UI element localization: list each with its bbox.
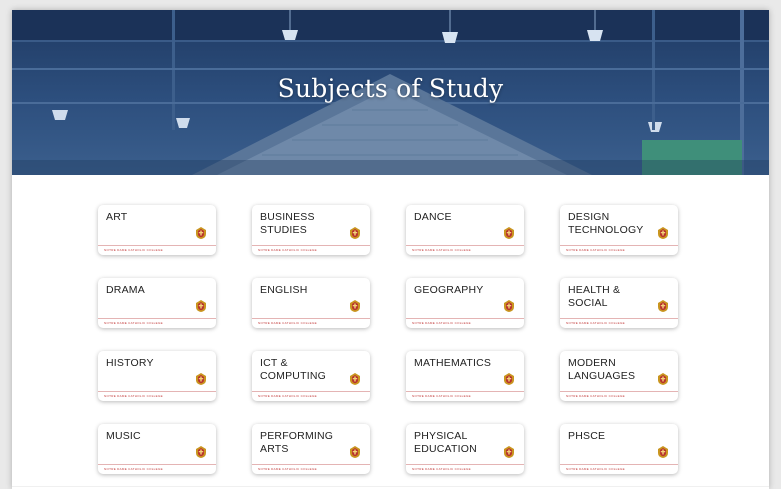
- subject-card-geography[interactable]: GEOGRAPHY NOTRE DAME CATHOLIC COLLEGE: [406, 278, 524, 328]
- subject-card-dance[interactable]: DANCE NOTRE DAME CATHOLIC COLLEGE: [406, 205, 524, 255]
- school-crest-icon: [196, 227, 206, 239]
- school-crest-icon: [658, 373, 668, 385]
- subject-card-design-technology[interactable]: DESIGN TECHNOLOGY NOTRE DAME CATHOLIC CO…: [560, 205, 678, 255]
- subject-card-physical-education[interactable]: PHYSICAL EDUCATION NOTRE DAME CATHOLIC C…: [406, 424, 524, 474]
- subject-card-label: PHSCE: [568, 430, 606, 442]
- subject-card-label: MATHEMATICS: [414, 357, 492, 369]
- subject-card-label: GEOGRAPHY: [414, 284, 484, 296]
- college-name: NOTRE DAME CATHOLIC COLLEGE: [104, 394, 163, 398]
- subject-card-footer: NOTRE DAME CATHOLIC COLLEGE: [406, 245, 524, 255]
- school-crest-icon: [504, 446, 514, 458]
- subject-card-label: ART: [106, 211, 128, 223]
- subject-card-label: DANCE: [414, 211, 452, 223]
- school-crest-icon: [350, 446, 360, 458]
- school-crest-icon: [504, 373, 514, 385]
- school-crest-icon: [658, 446, 668, 458]
- subject-card-label: MUSIC: [106, 430, 141, 442]
- subject-card-phsce[interactable]: PHSCE NOTRE DAME CATHOLIC COLLEGE: [560, 424, 678, 474]
- subject-grid: ART NOTRE DAME CATHOLIC COLLEGE BUSINESS…: [98, 205, 678, 474]
- subject-card-label: MODERN LANGUAGES: [568, 357, 636, 382]
- college-name: NOTRE DAME CATHOLIC COLLEGE: [566, 467, 625, 471]
- subject-card-mathematics[interactable]: MATHEMATICS NOTRE DAME CATHOLIC COLLEGE: [406, 351, 524, 401]
- college-name: NOTRE DAME CATHOLIC COLLEGE: [258, 321, 317, 325]
- bottom-divider: [12, 486, 769, 487]
- subject-card-english[interactable]: ENGLISH NOTRE DAME CATHOLIC COLLEGE: [252, 278, 370, 328]
- subject-card-drama[interactable]: DRAMA NOTRE DAME CATHOLIC COLLEGE: [98, 278, 216, 328]
- subject-card-footer: NOTRE DAME CATHOLIC COLLEGE: [560, 464, 678, 474]
- school-crest-icon: [504, 300, 514, 312]
- subject-card-label: ENGLISH: [260, 284, 308, 296]
- school-crest-icon: [196, 446, 206, 458]
- school-crest-icon: [350, 300, 360, 312]
- college-name: NOTRE DAME CATHOLIC COLLEGE: [258, 394, 317, 398]
- subject-card-footer: NOTRE DAME CATHOLIC COLLEGE: [252, 391, 370, 401]
- subject-card-ict-and-computing[interactable]: ICT & COMPUTING NOTRE DAME CATHOLIC COLL…: [252, 351, 370, 401]
- hero-banner: Subjects of Study: [12, 10, 769, 175]
- subject-card-footer: NOTRE DAME CATHOLIC COLLEGE: [560, 245, 678, 255]
- page-frame: Subjects of Study ART NOTRE DAME CATHOLI…: [12, 10, 769, 489]
- college-name: NOTRE DAME CATHOLIC COLLEGE: [104, 248, 163, 252]
- subject-card-label: DESIGN TECHNOLOGY: [568, 211, 644, 236]
- subject-card-art[interactable]: ART NOTRE DAME CATHOLIC COLLEGE: [98, 205, 216, 255]
- subject-card-business-studies[interactable]: BUSINESS STUDIES NOTRE DAME CATHOLIC COL…: [252, 205, 370, 255]
- school-crest-icon: [350, 227, 360, 239]
- subject-card-footer: NOTRE DAME CATHOLIC COLLEGE: [252, 245, 370, 255]
- subject-card-label: DRAMA: [106, 284, 145, 296]
- subject-card-footer: NOTRE DAME CATHOLIC COLLEGE: [98, 318, 216, 328]
- subject-card-footer: NOTRE DAME CATHOLIC COLLEGE: [252, 464, 370, 474]
- college-name: NOTRE DAME CATHOLIC COLLEGE: [566, 394, 625, 398]
- college-name: NOTRE DAME CATHOLIC COLLEGE: [104, 321, 163, 325]
- school-crest-icon: [350, 373, 360, 385]
- page-title: Subjects of Study: [277, 74, 504, 103]
- subject-card-label: HEALTH & SOCIAL: [568, 284, 621, 309]
- subject-card-performing-arts[interactable]: PERFORMING ARTS NOTRE DAME CATHOLIC COLL…: [252, 424, 370, 474]
- subject-card-footer: NOTRE DAME CATHOLIC COLLEGE: [98, 391, 216, 401]
- subject-card-health-and-social[interactable]: HEALTH & SOCIAL NOTRE DAME CATHOLIC COLL…: [560, 278, 678, 328]
- college-name: NOTRE DAME CATHOLIC COLLEGE: [258, 467, 317, 471]
- subject-card-footer: NOTRE DAME CATHOLIC COLLEGE: [560, 318, 678, 328]
- school-crest-icon: [196, 373, 206, 385]
- school-crest-icon: [196, 300, 206, 312]
- college-name: NOTRE DAME CATHOLIC COLLEGE: [412, 248, 471, 252]
- subject-card-footer: NOTRE DAME CATHOLIC COLLEGE: [98, 464, 216, 474]
- subject-card-label: PERFORMING ARTS: [260, 430, 334, 455]
- college-name: NOTRE DAME CATHOLIC COLLEGE: [412, 467, 471, 471]
- school-crest-icon: [658, 300, 668, 312]
- school-crest-icon: [658, 227, 668, 239]
- subject-card-history[interactable]: HISTORY NOTRE DAME CATHOLIC COLLEGE: [98, 351, 216, 401]
- subject-card-label: ICT & COMPUTING: [260, 357, 326, 382]
- college-name: NOTRE DAME CATHOLIC COLLEGE: [566, 248, 625, 252]
- college-name: NOTRE DAME CATHOLIC COLLEGE: [412, 394, 471, 398]
- subject-card-footer: NOTRE DAME CATHOLIC COLLEGE: [406, 464, 524, 474]
- college-name: NOTRE DAME CATHOLIC COLLEGE: [412, 321, 471, 325]
- school-crest-icon: [504, 227, 514, 239]
- subject-card-modern-languages[interactable]: MODERN LANGUAGES NOTRE DAME CATHOLIC COL…: [560, 351, 678, 401]
- subject-card-label: HISTORY: [106, 357, 154, 369]
- college-name: NOTRE DAME CATHOLIC COLLEGE: [566, 321, 625, 325]
- subject-card-label: BUSINESS STUDIES: [260, 211, 315, 236]
- subject-card-footer: NOTRE DAME CATHOLIC COLLEGE: [406, 391, 524, 401]
- subject-card-footer: NOTRE DAME CATHOLIC COLLEGE: [98, 245, 216, 255]
- college-name: NOTRE DAME CATHOLIC COLLEGE: [104, 467, 163, 471]
- college-name: NOTRE DAME CATHOLIC COLLEGE: [258, 248, 317, 252]
- subject-card-footer: NOTRE DAME CATHOLIC COLLEGE: [406, 318, 524, 328]
- subject-card-music[interactable]: MUSIC NOTRE DAME CATHOLIC COLLEGE: [98, 424, 216, 474]
- subject-card-footer: NOTRE DAME CATHOLIC COLLEGE: [560, 391, 678, 401]
- subject-card-label: PHYSICAL EDUCATION: [414, 430, 477, 455]
- subject-card-footer: NOTRE DAME CATHOLIC COLLEGE: [252, 318, 370, 328]
